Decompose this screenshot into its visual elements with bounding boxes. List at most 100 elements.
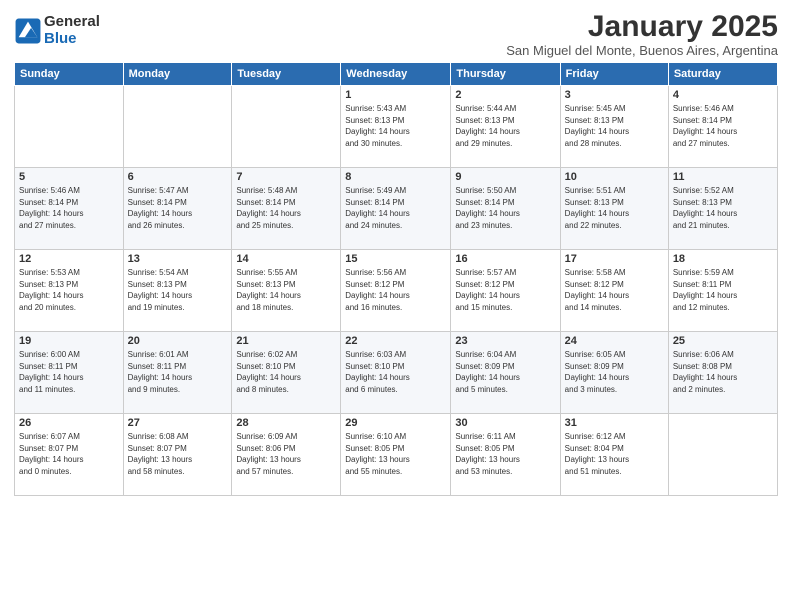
day-number: 17 — [565, 253, 664, 265]
day-info: Sunrise: 6:06 AM Sunset: 8:08 PM Dayligh… — [673, 349, 773, 395]
day-info: Sunrise: 6:00 AM Sunset: 8:11 PM Dayligh… — [19, 349, 119, 395]
calendar-cell: 17 Sunrise: 5:58 AM Sunset: 8:12 PM Dayli… — [560, 250, 668, 332]
col-tuesday: Tuesday — [232, 63, 341, 86]
calendar-cell: 24 Sunrise: 6:05 AM Sunset: 8:09 PM Dayli… — [560, 332, 668, 414]
calendar-cell: 12 Sunrise: 5:53 AM Sunset: 8:13 PM Dayli… — [15, 250, 124, 332]
calendar-cell: 3Sunrise: 5:45 AM Sunset: 8:13 PM Daylig… — [560, 86, 668, 168]
calendar-cell: 31Sunrise: 6:12 AM Sunset: 8:04 PM Dayli… — [560, 414, 668, 496]
col-thursday: Thursday — [451, 63, 560, 86]
day-number: 12 — [19, 253, 119, 265]
calendar-cell: 16 Sunrise: 5:57 AM Sunset: 8:12 PM Dayli… — [451, 250, 560, 332]
calendar-header-row: Sunday Monday Tuesday Wednesday Thursday… — [15, 63, 778, 86]
page: General Blue January 2025 San Miguel del… — [0, 0, 792, 612]
day-info: Sunrise: 6:04 AM Sunset: 8:09 PM Dayligh… — [455, 349, 555, 395]
day-number: 4 — [673, 89, 773, 101]
day-number: 28 — [236, 417, 336, 429]
calendar-cell: 15Sunrise: 5:56 AM Sunset: 8:12 PM Dayli… — [341, 250, 451, 332]
calendar-cell: 22 Sunrise: 6:03 AM Sunset: 8:10 PM Dayli… — [341, 332, 451, 414]
day-info: Sunrise: 6:03 AM Sunset: 8:10 PM Dayligh… — [345, 349, 446, 395]
day-info: Sunrise: 5:45 AM Sunset: 8:13 PM Dayligh… — [565, 103, 664, 149]
location-subtitle: San Miguel del Monte, Buenos Aires, Arge… — [506, 43, 778, 58]
calendar-cell: 10 Sunrise: 5:51 AM Sunset: 8:13 PM Dayli… — [560, 168, 668, 250]
day-info: Sunrise: 5:57 AM Sunset: 8:12 PM Dayligh… — [455, 267, 555, 313]
day-number: 7 — [236, 171, 336, 183]
day-number: 13 — [128, 253, 228, 265]
day-number: 20 — [128, 335, 228, 347]
day-number: 18 — [673, 253, 773, 265]
day-number: 22 — [345, 335, 446, 347]
day-info: Sunrise: 6:11 AM Sunset: 8:05 PM Dayligh… — [455, 431, 555, 477]
day-number: 19 — [19, 335, 119, 347]
col-friday: Friday — [560, 63, 668, 86]
calendar-cell: 14Sunrise: 5:55 AM Sunset: 8:13 PM Dayli… — [232, 250, 341, 332]
calendar-cell: 23 Sunrise: 6:04 AM Sunset: 8:09 PM Dayli… — [451, 332, 560, 414]
day-info: Sunrise: 6:08 AM Sunset: 8:07 PM Dayligh… — [128, 431, 228, 477]
header: General Blue January 2025 San Miguel del… — [14, 10, 778, 58]
calendar-cell: 29Sunrise: 6:10 AM Sunset: 8:05 PM Dayli… — [341, 414, 451, 496]
calendar-week-row: 12 Sunrise: 5:53 AM Sunset: 8:13 PM Dayli… — [15, 250, 778, 332]
calendar-cell: 20 Sunrise: 6:01 AM Sunset: 8:11 PM Dayli… — [123, 332, 232, 414]
day-info: Sunrise: 5:53 AM Sunset: 8:13 PM Dayligh… — [19, 267, 119, 313]
calendar-cell: 8 Sunrise: 5:49 AM Sunset: 8:14 PM Daylig… — [341, 168, 451, 250]
day-info: Sunrise: 5:59 AM Sunset: 8:11 PM Dayligh… — [673, 267, 773, 313]
day-info: Sunrise: 6:09 AM Sunset: 8:06 PM Dayligh… — [236, 431, 336, 477]
day-number: 29 — [345, 417, 446, 429]
calendar-cell: 30Sunrise: 6:11 AM Sunset: 8:05 PM Dayli… — [451, 414, 560, 496]
logo-icon — [14, 17, 42, 45]
calendar-cell: 19 Sunrise: 6:00 AM Sunset: 8:11 PM Dayli… — [15, 332, 124, 414]
calendar-cell: 5 Sunrise: 5:46 AM Sunset: 8:14 PM Daylig… — [15, 168, 124, 250]
day-info: Sunrise: 5:55 AM Sunset: 8:13 PM Dayligh… — [236, 267, 336, 313]
day-info: Sunrise: 5:44 AM Sunset: 8:13 PM Dayligh… — [455, 103, 555, 149]
day-info: Sunrise: 5:43 AM Sunset: 8:13 PM Dayligh… — [345, 103, 446, 149]
calendar-cell: 11 Sunrise: 5:52 AM Sunset: 8:13 PM Dayli… — [668, 168, 777, 250]
calendar-table: Sunday Monday Tuesday Wednesday Thursday… — [14, 62, 778, 496]
day-info: Sunrise: 6:07 AM Sunset: 8:07 PM Dayligh… — [19, 431, 119, 477]
day-number: 8 — [345, 171, 446, 183]
day-number: 1 — [345, 89, 446, 101]
day-number: 5 — [19, 171, 119, 183]
day-number: 21 — [236, 335, 336, 347]
calendar-cell: 26Sunrise: 6:07 AM Sunset: 8:07 PM Dayli… — [15, 414, 124, 496]
calendar-cell: 9 Sunrise: 5:50 AM Sunset: 8:14 PM Daylig… — [451, 168, 560, 250]
day-info: Sunrise: 5:52 AM Sunset: 8:13 PM Dayligh… — [673, 185, 773, 231]
day-number: 25 — [673, 335, 773, 347]
calendar-cell: 2 Sunrise: 5:44 AM Sunset: 8:13 PM Daylig… — [451, 86, 560, 168]
day-info: Sunrise: 5:50 AM Sunset: 8:14 PM Dayligh… — [455, 185, 555, 231]
calendar-cell: 6 Sunrise: 5:47 AM Sunset: 8:14 PM Daylig… — [123, 168, 232, 250]
logo-blue-label: Blue — [44, 31, 100, 48]
calendar-cell: 28 Sunrise: 6:09 AM Sunset: 8:06 PM Dayli… — [232, 414, 341, 496]
day-number: 23 — [455, 335, 555, 347]
day-info: Sunrise: 5:48 AM Sunset: 8:14 PM Dayligh… — [236, 185, 336, 231]
day-info: Sunrise: 5:51 AM Sunset: 8:13 PM Dayligh… — [565, 185, 664, 231]
day-number: 15 — [345, 253, 446, 265]
day-number: 10 — [565, 171, 664, 183]
day-number: 11 — [673, 171, 773, 183]
day-number: 27 — [128, 417, 228, 429]
col-monday: Monday — [123, 63, 232, 86]
day-info: Sunrise: 5:54 AM Sunset: 8:13 PM Dayligh… — [128, 267, 228, 313]
calendar-cell — [123, 86, 232, 168]
calendar-cell: 7 Sunrise: 5:48 AM Sunset: 8:14 PM Daylig… — [232, 168, 341, 250]
day-info: Sunrise: 5:58 AM Sunset: 8:12 PM Dayligh… — [565, 267, 664, 313]
day-info: Sunrise: 6:02 AM Sunset: 8:10 PM Dayligh… — [236, 349, 336, 395]
day-info: Sunrise: 5:47 AM Sunset: 8:14 PM Dayligh… — [128, 185, 228, 231]
day-number: 9 — [455, 171, 555, 183]
day-number: 24 — [565, 335, 664, 347]
calendar-week-row: 19 Sunrise: 6:00 AM Sunset: 8:11 PM Dayli… — [15, 332, 778, 414]
day-number: 6 — [128, 171, 228, 183]
calendar-week-row: 5 Sunrise: 5:46 AM Sunset: 8:14 PM Daylig… — [15, 168, 778, 250]
calendar-cell — [232, 86, 341, 168]
logo-general-label: General — [44, 14, 100, 31]
day-number: 2 — [455, 89, 555, 101]
calendar-cell: 25 Sunrise: 6:06 AM Sunset: 8:08 PM Dayli… — [668, 332, 777, 414]
logo: General Blue — [14, 14, 100, 47]
day-info: Sunrise: 6:05 AM Sunset: 8:09 PM Dayligh… — [565, 349, 664, 395]
day-number: 16 — [455, 253, 555, 265]
col-wednesday: Wednesday — [341, 63, 451, 86]
day-info: Sunrise: 5:49 AM Sunset: 8:14 PM Dayligh… — [345, 185, 446, 231]
calendar-cell: 4Sunrise: 5:46 AM Sunset: 8:14 PM Daylig… — [668, 86, 777, 168]
day-info: Sunrise: 6:01 AM Sunset: 8:11 PM Dayligh… — [128, 349, 228, 395]
calendar-week-row: 1 Sunrise: 5:43 AM Sunset: 8:13 PM Daylig… — [15, 86, 778, 168]
day-info: Sunrise: 5:46 AM Sunset: 8:14 PM Dayligh… — [19, 185, 119, 231]
col-sunday: Sunday — [15, 63, 124, 86]
